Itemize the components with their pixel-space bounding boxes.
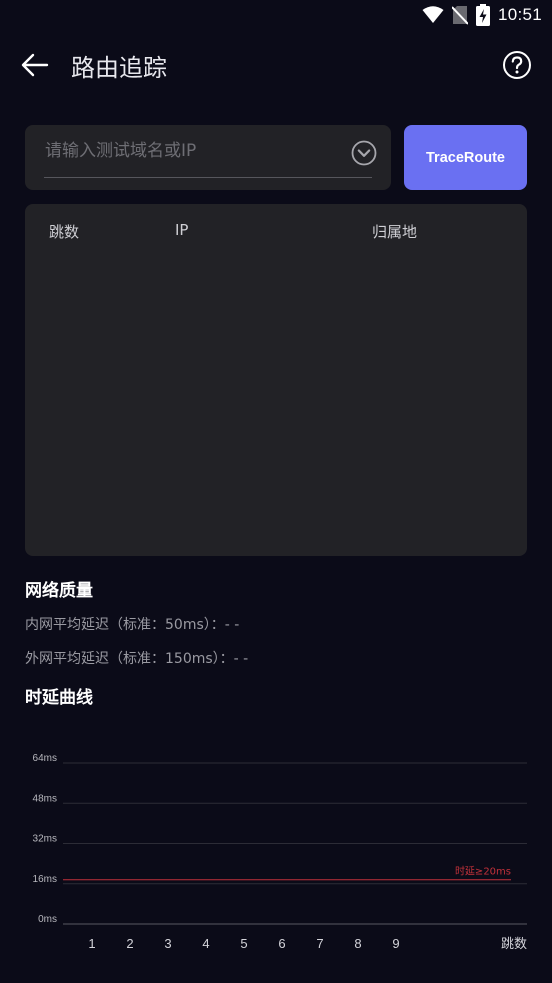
x-tick-label: 3 bbox=[164, 936, 171, 951]
page-title: 路由追踪 bbox=[71, 54, 167, 82]
traceroute-button[interactable]: TraceRoute bbox=[404, 125, 527, 190]
x-tick-label: 5 bbox=[240, 936, 247, 951]
x-tick-label: 4 bbox=[202, 936, 209, 951]
status-icons: 10:51 bbox=[422, 4, 542, 26]
y-tick-label: 64ms bbox=[33, 753, 57, 764]
x-tick-label: 6 bbox=[278, 936, 285, 951]
app-bar: 路由追踪 bbox=[0, 40, 552, 92]
x-tick-label: 7 bbox=[316, 936, 323, 951]
domain-input[interactable] bbox=[45, 137, 345, 165]
input-underline bbox=[44, 177, 372, 178]
column-header-location: 归属地 bbox=[372, 223, 418, 241]
x-tick-label: 9 bbox=[392, 936, 399, 951]
traceroute-screen: 10:51 路由追踪 TraceRoute bbox=[0, 0, 552, 983]
results-table: 跳数 IP 归属地 bbox=[25, 204, 527, 556]
threshold-label: 时延≥20ms bbox=[455, 866, 511, 878]
help-button[interactable] bbox=[502, 50, 532, 80]
battery-charging-icon bbox=[475, 4, 490, 26]
network-quality-title: 网络质量 bbox=[25, 581, 93, 601]
no-sim-icon bbox=[451, 6, 468, 25]
latency-chart-title: 时延曲线 bbox=[25, 688, 93, 708]
y-tick-label: 32ms bbox=[33, 834, 57, 845]
x-tick-label: 8 bbox=[354, 936, 361, 951]
y-tick-label: 48ms bbox=[33, 793, 57, 804]
help-icon bbox=[503, 51, 531, 79]
back-arrow-icon bbox=[21, 53, 49, 77]
status-bar: 10:51 bbox=[0, 0, 552, 32]
latency-chart: 0ms 16ms 32ms 48ms 64ms 1 2 3 4 5 6 7 8 9 跳数 时延≥20ms bbox=[33, 753, 527, 952]
history-dropdown-button[interactable] bbox=[351, 140, 377, 166]
column-header-ip: IP bbox=[175, 221, 189, 239]
x-tick-label: 1 bbox=[88, 936, 95, 951]
y-tick-label: 16ms bbox=[33, 874, 57, 885]
column-header-hops: 跳数 bbox=[49, 223, 80, 241]
y-tick-label: 0ms bbox=[38, 914, 57, 925]
wifi-icon bbox=[422, 6, 444, 23]
domain-input-container bbox=[25, 125, 391, 190]
back-button[interactable] bbox=[18, 50, 52, 80]
chevron-down-circle-icon bbox=[351, 140, 377, 166]
status-time: 10:51 bbox=[497, 5, 542, 24]
x-axis-label: 跳数 bbox=[501, 937, 527, 952]
x-tick-label: 2 bbox=[126, 936, 133, 951]
intranet-latency-text: 内网平均延迟（标准：50ms）：- - bbox=[25, 617, 240, 633]
extranet-latency-text: 外网平均延迟（标准：150ms）：- - bbox=[25, 651, 249, 667]
